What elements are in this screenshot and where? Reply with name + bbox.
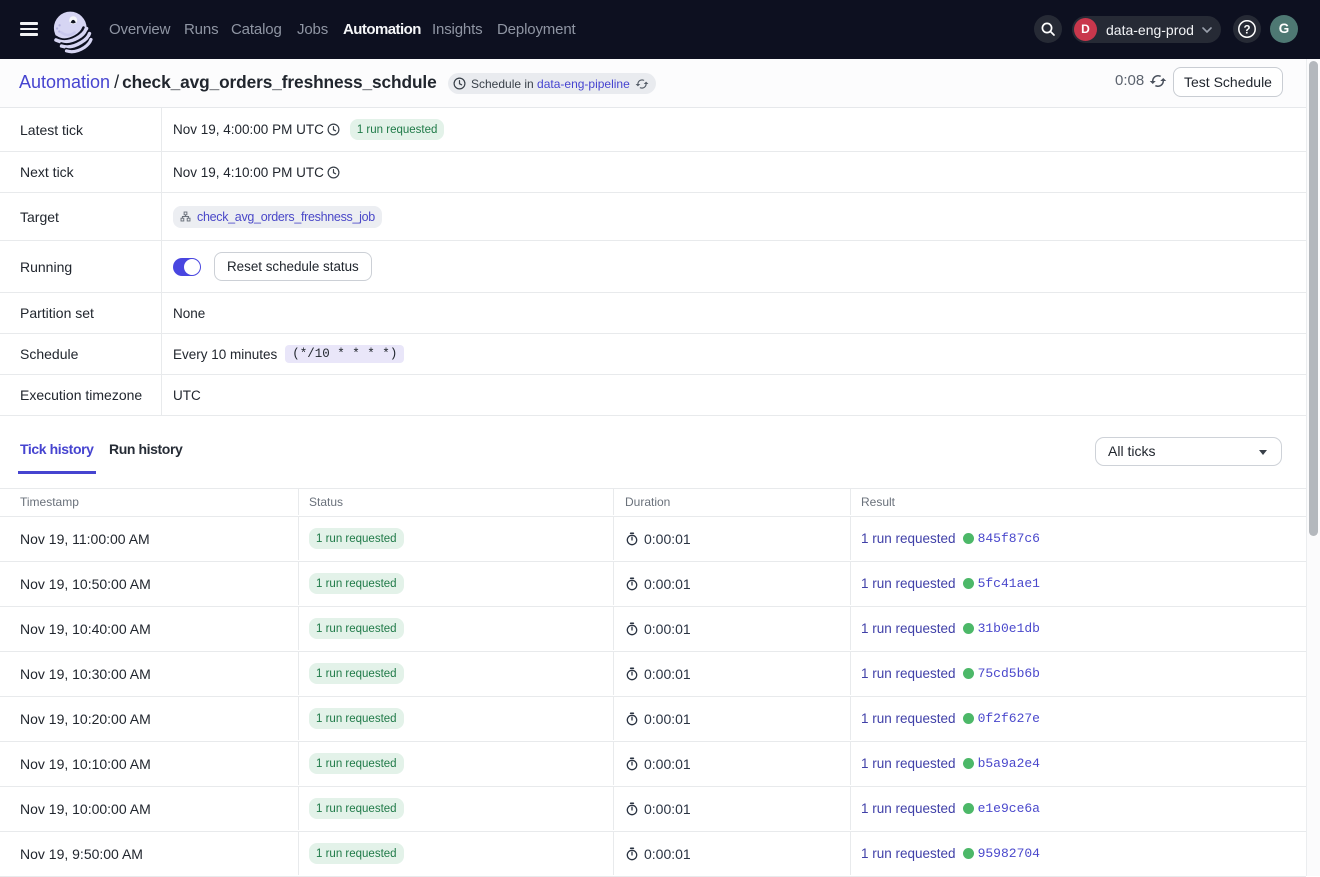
- svg-text:?: ?: [1243, 24, 1250, 36]
